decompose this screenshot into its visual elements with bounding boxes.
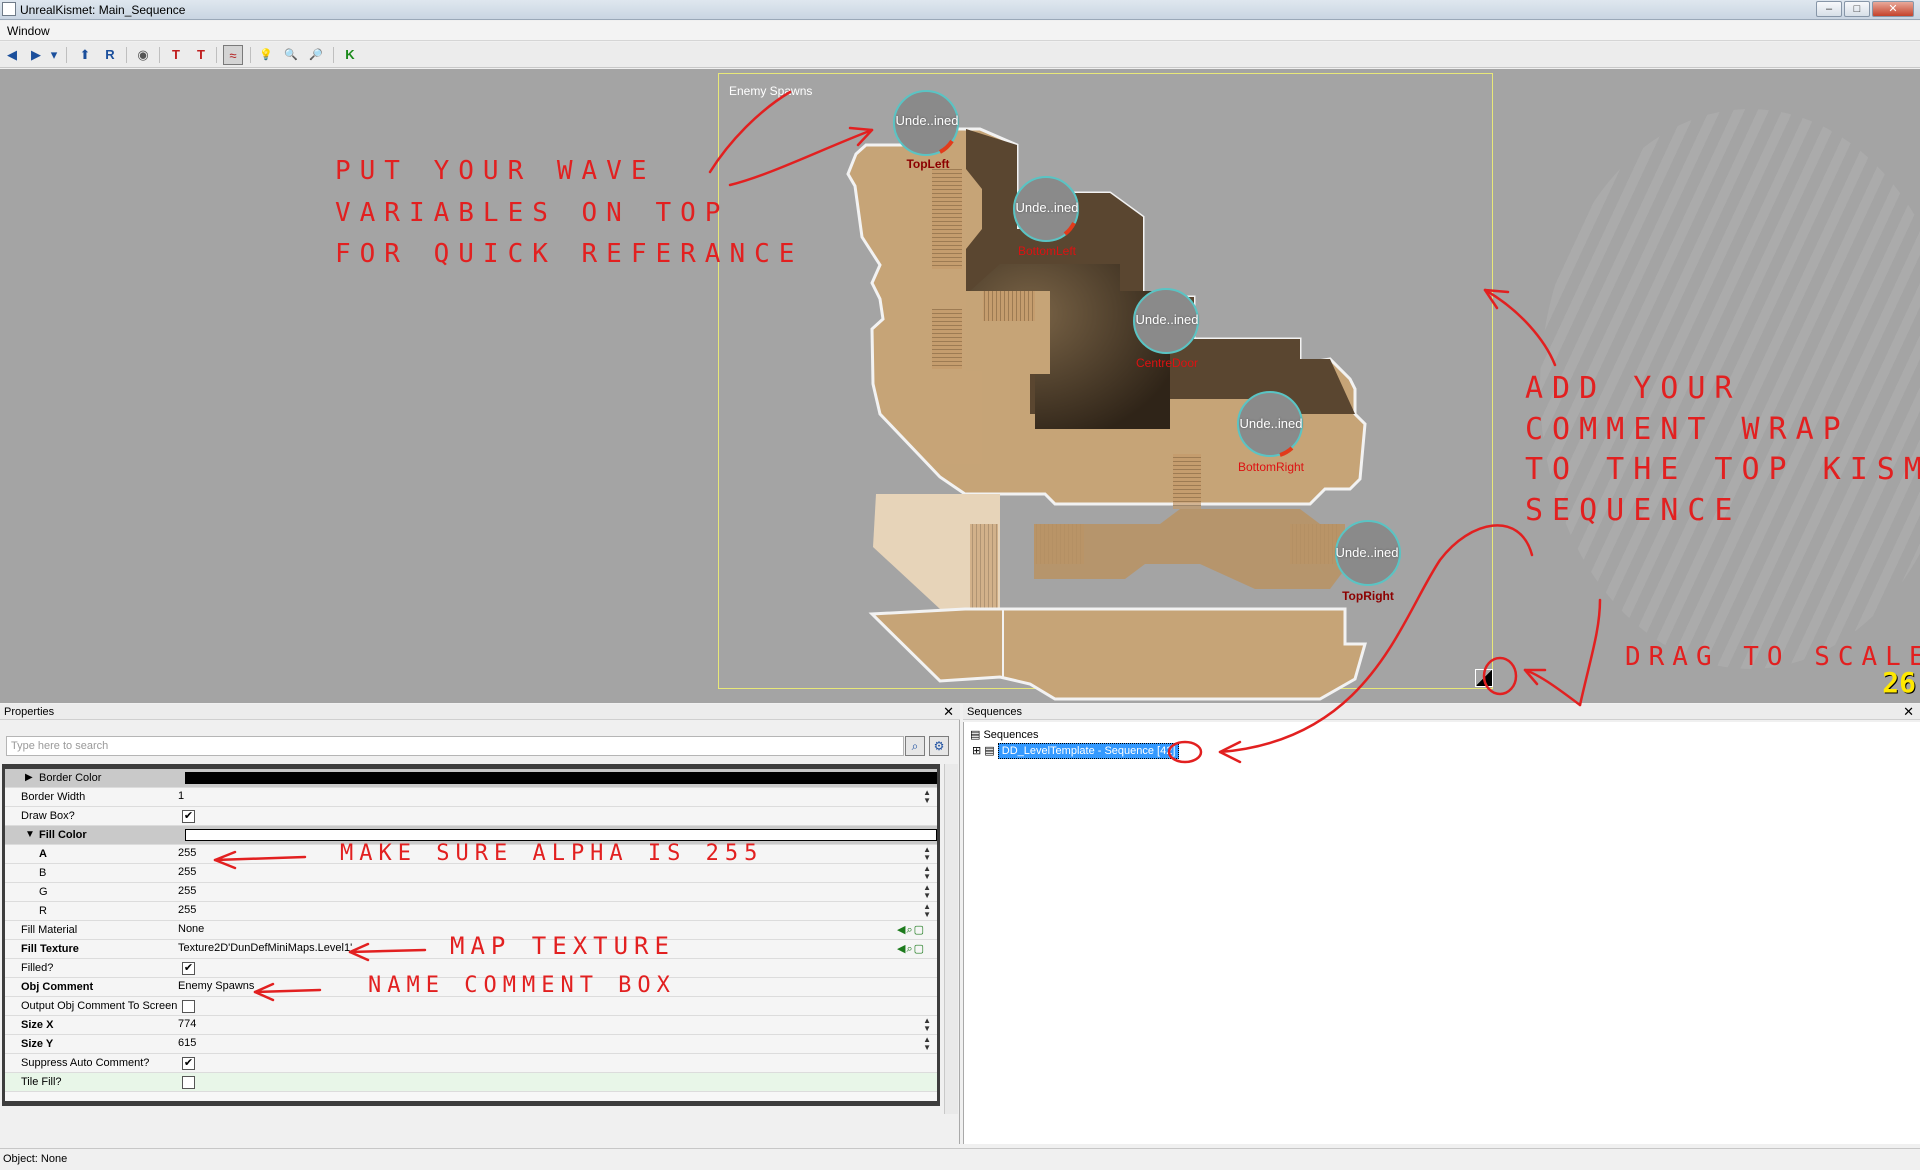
view-icon[interactable]: ◉ [133,45,153,65]
note-alpha: MAKE SURE ALPHA IS 255 [340,841,764,866]
kismet-canvas[interactable]: Enemy Spawns Unde..ined TopLeft Unde..in… [0,69,1920,703]
prop-row-draw-box[interactable]: Draw Box? ✔ [5,807,937,826]
tile-fill-checkbox[interactable] [182,1076,195,1089]
draw-box-checkbox[interactable]: ✔ [182,810,195,823]
maximize-button[interactable]: □ [1844,1,1870,17]
collapse-arrow-icon[interactable]: ▼ [25,829,35,840]
prop-row-output-comment[interactable]: Output Obj Comment To Screen [5,997,937,1016]
asset-browse-icons[interactable]: ◀⌕▢ [897,923,925,937]
minimize-button[interactable]: – [1816,1,1842,17]
sequence-icon: ▤ [984,745,995,757]
note-map-texture: MAP TEXTURE [450,932,675,960]
toolbar-separator [126,47,127,63]
search-options-icon[interactable]: ⚙ [929,736,949,756]
sequences-header: Sequences ✕ [963,704,1920,720]
toolbar-separator [216,47,217,63]
close-button[interactable]: ✕ [1872,1,1914,17]
suppress-auto-comment-checkbox[interactable]: ✔ [182,1057,195,1070]
window-titlebar: UnrealKismet: Main_Sequence – □ ✕ [0,0,1920,20]
fps-counter: 26 [1882,666,1916,699]
variable-value: Unde..ined [1335,545,1399,560]
prop-row-size-y[interactable]: Size Y 615 ▲ ▼ [5,1035,937,1054]
expand-arrow-icon[interactable]: ▶ [25,772,33,783]
variable-value: Unde..ined [1239,416,1303,431]
rename-sequence-icon[interactable]: R [100,45,120,65]
status-text: Object: None [3,1153,68,1165]
variable-value: Unde..ined [1015,200,1079,215]
prop-row-fill-b[interactable]: B 255 ▲ ▼ [5,864,937,883]
toolbar-separator [333,47,334,63]
variable-name: TopRight [1342,589,1394,603]
filled-checkbox[interactable]: ✔ [182,962,195,975]
toolbar-separator [66,47,67,63]
search-type-icon[interactable]: T [166,45,186,65]
folder-icon: ▤ [970,729,981,741]
note-comment-wrap: ADD YOUR COMMENT WRAP TO THE TOP KISMET … [1525,371,1920,528]
toolbar-separator [250,47,251,63]
prop-row-fill-r[interactable]: R 255 ▲ ▼ [5,902,937,921]
spinner-icon[interactable]: ▲ ▼ [923,846,931,862]
prop-row-fill-g[interactable]: G 255 ▲ ▼ [5,883,937,902]
note-drag-scale: DRAG TO SCALE [1625,642,1920,672]
sequences-title: Sequences [967,706,1023,718]
zoom-icon[interactable]: 🔍 [281,45,301,65]
app-icon [2,2,16,16]
curve-editor-icon[interactable]: ≈ [223,45,243,65]
window-title: UnrealKismet: Main_Sequence [20,3,186,17]
tree-child-label[interactable]: DD_LevelTemplate - Sequence [42] [997,743,1180,759]
spinner-icon[interactable]: ▲ ▼ [923,1017,931,1033]
variable-name: CentreDoor [1135,356,1199,370]
tree-child[interactable]: ⊞ ▤ DD_LevelTemplate - Sequence [42] [972,743,1180,759]
status-bar: Object: None [0,1148,1920,1170]
toolbar: ◀ ▶ ▾ ⬆ R ◉ T T ≈ 💡 🔍 🔎 K [0,42,1920,68]
variable-name: TopLeft [906,157,950,171]
properties-panel: Properties ✕ Type here to search ⌕ ⚙ ▶ B… [0,704,960,1144]
border-color-swatch[interactable] [185,772,937,784]
asset-browse-icons[interactable]: ◀⌕▢ [897,942,925,956]
spinner-icon[interactable]: ▲ ▼ [923,865,931,881]
property-search-input[interactable]: Type here to search [6,736,904,756]
note-wave-variables: PUT YOUR WAVE VARIABLES ON TOP FOR QUICK… [335,156,804,270]
variable-value: Unde..ined [1135,312,1199,327]
output-comment-checkbox[interactable] [182,1000,195,1013]
prop-row-border-color[interactable]: ▶ Border Color [5,769,937,788]
sequences-panel: ▤ Sequences ⊞ ▤ DD_LevelTemplate - Seque… [963,722,1920,1144]
tree-root[interactable]: ▤ Sequences [970,728,1039,741]
properties-scrollbar[interactable] [944,764,958,1114]
spinner-icon[interactable]: ▲ ▼ [923,789,931,805]
close-icon[interactable]: ✕ [1903,704,1914,720]
spinner-icon[interactable]: ▲ ▼ [923,1036,931,1052]
variable-name: BottomRight [1237,460,1305,474]
search-text-icon[interactable]: T [191,45,211,65]
variable-value: Unde..ined [895,113,959,128]
prop-row-suppress-auto-comment[interactable]: Suppress Auto Comment? ✔ [5,1054,937,1073]
find-icon[interactable]: 🔎 [306,45,326,65]
search-icon[interactable]: ⌕ [905,736,925,756]
menu-bar: Window [0,21,1920,41]
bulb-icon[interactable]: 💡 [256,45,276,65]
menu-window[interactable]: Window [7,24,50,38]
history-dropdown-icon[interactable]: ▾ [48,45,60,65]
note-name-comment: NAME COMMENT BOX [368,973,676,998]
prop-row-size-x[interactable]: Size X 774 ▲ ▼ [5,1016,937,1035]
close-icon[interactable]: ✕ [943,704,954,720]
prop-row-tile-fill[interactable]: Tile Fill? [5,1073,937,1092]
parent-sequence-icon[interactable]: ⬆ [75,45,95,65]
forward-arrow-icon[interactable]: ▶ [26,45,46,65]
properties-header: Properties ✕ [0,704,960,720]
prop-row-border-width[interactable]: Border Width 1 ▲ ▼ [5,788,937,807]
spinner-icon[interactable]: ▲ ▼ [923,884,931,900]
back-arrow-icon[interactable]: ◀ [2,45,22,65]
window-controls: – □ ✕ [1816,1,1914,17]
variable-name: BottomLeft [1017,244,1077,258]
toolbar-separator [159,47,160,63]
tree-expand-icon[interactable]: ⊞ [972,745,981,757]
spinner-icon[interactable]: ▲ ▼ [923,903,931,919]
resize-handle[interactable] [1475,669,1493,687]
kismet-icon[interactable]: K [340,45,360,65]
properties-title: Properties [4,706,55,718]
fill-color-swatch[interactable] [185,829,937,841]
tree-root-label: Sequences [983,729,1039,741]
